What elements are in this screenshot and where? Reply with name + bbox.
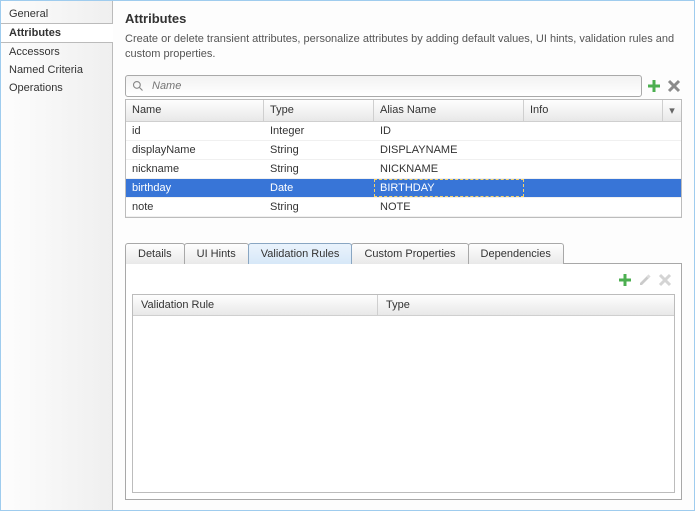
cell-alias: DISPLAYNAME <box>374 141 524 159</box>
sidebar-item-label: Accessors <box>9 46 60 58</box>
table-row[interactable]: nickname String NICKNAME <box>126 160 681 179</box>
attributes-table: Name Type Alias Name Info ▾ id Integer I… <box>125 99 682 218</box>
x-icon <box>667 79 681 93</box>
attributes-toolbar <box>125 75 682 97</box>
cell-info <box>524 160 663 178</box>
tab-label: Dependencies <box>481 248 551 260</box>
sidebar-item-accessors[interactable]: Accessors <box>1 43 112 61</box>
cell-pad <box>663 160 681 178</box>
table-row[interactable]: displayName String DISPLAYNAME <box>126 141 681 160</box>
search-box[interactable] <box>125 75 642 97</box>
search-input[interactable] <box>150 79 635 93</box>
validation-table-header: Validation Rule Type <box>133 295 674 316</box>
page-description: Create or delete transient attributes, p… <box>125 32 682 63</box>
column-header-rule[interactable]: Validation Rule <box>133 295 378 315</box>
validation-rules-table: Validation Rule Type <box>132 294 675 493</box>
sidebar-item-named-criteria[interactable]: Named Criteria <box>1 61 112 79</box>
sidebar-item-general[interactable]: General <box>1 5 112 23</box>
edit-rule-button[interactable] <box>637 272 653 288</box>
tab-label: UI Hints <box>197 248 236 260</box>
column-header-name[interactable]: Name <box>126 100 264 121</box>
tab-label: Validation Rules <box>261 248 340 260</box>
plus-icon <box>618 273 632 287</box>
main-content: Attributes Create or delete transient at… <box>113 1 694 510</box>
column-header-rule-type[interactable]: Type <box>378 295 674 315</box>
sidebar-item-label: General <box>9 8 48 20</box>
add-rule-button[interactable] <box>617 272 633 288</box>
cell-name: note <box>126 198 264 216</box>
delete-rule-button[interactable] <box>657 272 673 288</box>
cell-pad <box>663 141 681 159</box>
tab-validation-rules[interactable]: Validation Rules <box>248 243 353 264</box>
validation-rules-panel: Validation Rule Type <box>125 263 682 500</box>
tab-ui-hints[interactable]: UI Hints <box>184 243 249 264</box>
column-header-menu[interactable]: ▾ <box>663 100 681 121</box>
cell-name: displayName <box>126 141 264 159</box>
cell-type: String <box>264 198 374 216</box>
add-attribute-button[interactable] <box>646 78 662 94</box>
cell-name: nickname <box>126 160 264 178</box>
tab-dependencies[interactable]: Dependencies <box>468 243 564 264</box>
cell-pad <box>663 179 681 197</box>
cell-info <box>524 198 663 216</box>
plus-icon <box>647 79 661 93</box>
sidebar-item-label: Attributes <box>9 27 61 39</box>
table-row[interactable]: id Integer ID <box>126 122 681 141</box>
cell-alias[interactable]: BIRTHDAY <box>374 179 524 197</box>
table-row[interactable]: birthday Date BIRTHDAY <box>126 179 681 198</box>
tab-label: Details <box>138 248 172 260</box>
column-header-type[interactable]: Type <box>264 100 374 121</box>
cell-info <box>524 122 663 140</box>
page-title: Attributes <box>125 11 682 26</box>
cell-pad <box>663 198 681 216</box>
cell-pad <box>663 122 681 140</box>
column-header-info[interactable]: Info <box>524 100 663 121</box>
cell-type: Date <box>264 179 374 197</box>
sidebar-item-operations[interactable]: Operations <box>1 79 112 97</box>
cell-alias: NOTE <box>374 198 524 216</box>
tab-details[interactable]: Details <box>125 243 185 264</box>
sidebar-item-label: Operations <box>9 82 63 94</box>
pencil-icon <box>638 273 652 287</box>
cell-info <box>524 141 663 159</box>
sidebar-item-label: Named Criteria <box>9 64 83 76</box>
chevron-down-icon: ▾ <box>669 105 675 117</box>
cell-info <box>524 179 663 197</box>
sidebar-item-attributes[interactable]: Attributes <box>1 23 113 43</box>
cell-alias: NICKNAME <box>374 160 524 178</box>
cell-name: id <box>126 122 264 140</box>
table-row[interactable]: note String NOTE <box>126 198 681 217</box>
x-icon <box>658 273 672 287</box>
cell-type: Integer <box>264 122 374 140</box>
detail-tabs: Details UI Hints Validation Rules Custom… <box>125 242 682 263</box>
attributes-table-header: Name Type Alias Name Info ▾ <box>126 100 681 122</box>
cell-type: String <box>264 160 374 178</box>
validation-toolbar <box>132 270 675 294</box>
cell-alias: ID <box>374 122 524 140</box>
cell-type: String <box>264 141 374 159</box>
delete-attribute-button[interactable] <box>666 78 682 94</box>
tab-label: Custom Properties <box>364 248 455 260</box>
search-icon <box>132 80 144 92</box>
sidebar: General Attributes Accessors Named Crite… <box>1 1 113 510</box>
tab-custom-properties[interactable]: Custom Properties <box>351 243 468 264</box>
validation-table-body <box>133 316 674 492</box>
cell-name: birthday <box>126 179 264 197</box>
column-header-alias[interactable]: Alias Name <box>374 100 524 121</box>
